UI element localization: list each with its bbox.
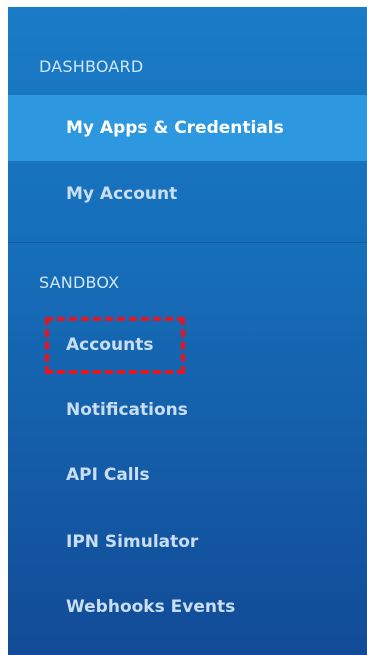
- sidebar-item-notifications[interactable]: Notifications: [8, 379, 367, 441]
- sidebar-item-api-calls[interactable]: API Calls: [8, 444, 367, 506]
- sidebar-item-accounts[interactable]: Accounts: [8, 314, 367, 376]
- sidebar-item-my-account[interactable]: My Account: [8, 161, 367, 227]
- sidebar-item-label: Notifications: [66, 400, 188, 420]
- sidebar-item-label: My Apps & Credentials: [66, 118, 284, 138]
- sidebar-item-label: My Account: [66, 184, 178, 204]
- sidebar-item-label: Webhooks Events: [66, 597, 236, 617]
- sidebar-item-label: API Calls: [66, 465, 150, 485]
- sidebar-item-label: IPN Simulator: [66, 532, 199, 552]
- sidebar-item-label: Accounts: [66, 335, 154, 355]
- section-divider: [8, 242, 367, 243]
- sidebar-item-webhooks-events[interactable]: Webhooks Events: [8, 576, 367, 638]
- sandbox-section-header: SANDBOX: [39, 273, 120, 292]
- sidebar-item-ipn-simulator[interactable]: IPN Simulator: [8, 511, 367, 573]
- sidebar-nav: DASHBOARD My Apps & Credentials My Accou…: [8, 7, 367, 655]
- dashboard-section-header: DASHBOARD: [39, 57, 144, 76]
- sidebar-item-my-apps-credentials[interactable]: My Apps & Credentials: [8, 95, 367, 161]
